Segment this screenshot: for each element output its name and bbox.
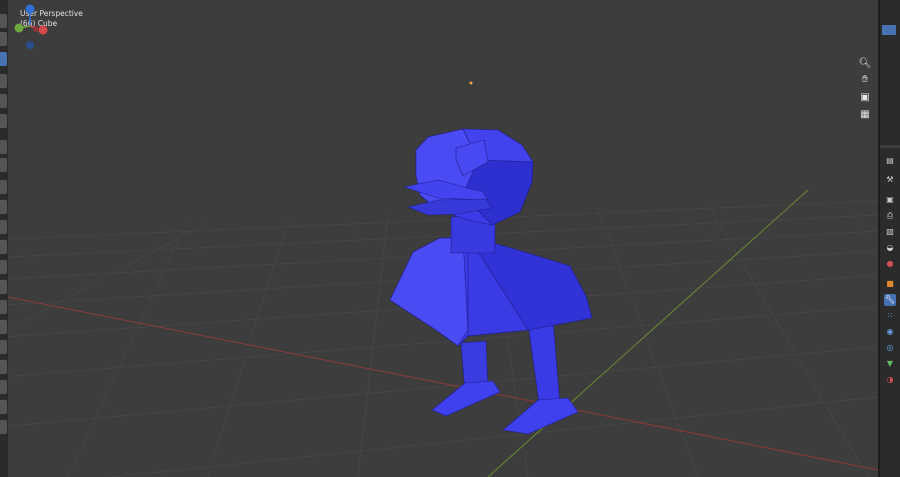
move-tool-button[interactable] (0, 52, 7, 66)
bevel-tool-button[interactable] (0, 240, 7, 254)
shear-tool-button[interactable] (0, 400, 7, 414)
tool-tab-icon[interactable]: ⚒ (884, 174, 896, 186)
view-layer-tab-icon[interactable]: ▧ (884, 226, 896, 238)
inset-tool-button[interactable] (0, 220, 7, 234)
outliner-selected-item[interactable] (882, 25, 896, 35)
edge-slide-tool-button[interactable] (0, 360, 7, 374)
add-cube-tool-button[interactable] (0, 180, 7, 194)
physics-tab-icon[interactable]: ◉ (884, 326, 896, 338)
measure-tool-button[interactable] (0, 158, 7, 172)
camera-view-icon[interactable]: ▣ (858, 91, 872, 105)
poly-build-tool-button[interactable] (0, 300, 7, 314)
cursor-tool-button[interactable] (0, 32, 7, 46)
modifiers-tab-icon[interactable]: 🔧︎ (884, 294, 896, 306)
origin-point (469, 81, 473, 85)
viewport-scene (8, 81, 878, 477)
hand-pan-icon[interactable]: ✋︎ (858, 73, 872, 87)
knife-tool-button[interactable] (0, 280, 7, 294)
loop-cut-tool-button[interactable] (0, 260, 7, 274)
navigation-gizmo[interactable] (8, 0, 48, 52)
scene-tab-icon[interactable]: ◒ (884, 242, 896, 254)
z-axis-icon[interactable] (25, 4, 35, 14)
rotate-tool-button[interactable] (0, 74, 7, 88)
left-toolbar (0, 0, 8, 477)
y-axis-icon[interactable] (14, 23, 24, 33)
select-box-tool-button[interactable] (0, 14, 7, 28)
particles-tab-icon[interactable]: ⁙ (884, 310, 896, 322)
extrude-tool-button[interactable] (0, 200, 7, 214)
smooth-tool-button[interactable] (0, 340, 7, 354)
neg-x-axis-icon[interactable] (33, 26, 39, 32)
render-tab-icon[interactable]: ▣ (884, 194, 896, 206)
ortho-grid-icon[interactable]: ▦ (858, 108, 872, 122)
output-tab-icon[interactable]: ⎙ (884, 210, 896, 222)
transform-tool-button[interactable] (0, 114, 7, 128)
spin-tool-button[interactable] (0, 320, 7, 334)
editor-type-icon[interactable]: ▤ (884, 155, 896, 167)
outliner-panel[interactable] (880, 0, 900, 145)
zoom-icon[interactable]: 🔍︎ (858, 57, 872, 71)
world-tab-icon[interactable]: ● (884, 258, 896, 270)
annotate-tool-button[interactable] (0, 140, 7, 154)
3d-viewport[interactable]: User Perspective (66) Cube 🔍︎ ✋︎ ▣ ▦ (8, 0, 878, 477)
constraints-tab-icon[interactable]: ◎ (884, 342, 896, 354)
neg-z-axis-icon[interactable] (26, 41, 34, 49)
material-tab-icon[interactable]: ◑ (884, 374, 896, 386)
x-axis-icon[interactable] (38, 25, 48, 35)
scale-tool-button[interactable] (0, 94, 7, 108)
shrink-fatten-tool-button[interactable] (0, 380, 7, 394)
object-tab-icon[interactable]: ■ (884, 278, 896, 290)
rip-tool-button[interactable] (0, 420, 7, 434)
data-tab-icon[interactable]: ▼ (884, 358, 896, 370)
